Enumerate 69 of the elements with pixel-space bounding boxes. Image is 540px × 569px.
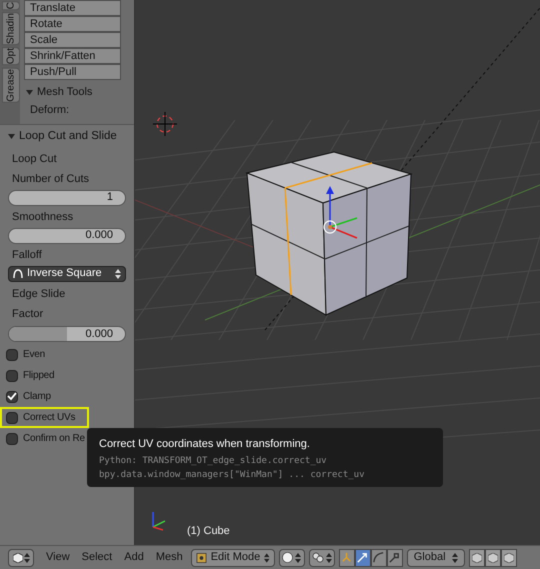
tool-button[interactable]: Rotate — [24, 16, 121, 32]
falloff-dropdown[interactable]: Inverse Square — [8, 266, 126, 282]
cube-icon — [472, 552, 482, 562]
panel-title[interactable]: Mesh Tools — [37, 84, 92, 101]
editor-type-button[interactable] — [8, 548, 34, 566]
section-heading: Edge Slide — [12, 286, 66, 302]
side-tab[interactable]: Grease — [2, 68, 20, 102]
number-field[interactable]: 0.000 — [8, 228, 126, 244]
updown-icon — [295, 552, 302, 562]
tool-button[interactable]: Scale — [24, 32, 121, 48]
updown-icon — [115, 268, 121, 278]
checkbox-label: Flipped — [23, 369, 54, 383]
collapse-triangle-icon[interactable] — [8, 133, 15, 140]
updown-icon — [24, 552, 30, 562]
tool-button[interactable]: Translate — [24, 0, 121, 16]
pivot-dropdown[interactable] — [308, 548, 335, 566]
shading-dropdown[interactable] — [278, 548, 305, 566]
panel-subheading: Deform: — [29, 104, 70, 117]
side-tab[interactable]: Shadin — [2, 12, 20, 46]
cube-icon — [488, 552, 498, 562]
checkbox[interactable] — [6, 412, 18, 424]
cube-icon — [12, 552, 22, 562]
field-label: Smoothness — [12, 210, 74, 224]
check-icon — [7, 392, 17, 401]
checkbox[interactable] — [6, 432, 18, 444]
field-label: Falloff — [12, 248, 42, 262]
side-tab[interactable]: Opt — [2, 47, 20, 66]
checkbox[interactable] — [6, 390, 18, 402]
select-mode-button[interactable] — [468, 548, 485, 566]
panel-title[interactable]: Loop Cut and Slide — [19, 128, 117, 146]
circles-icon — [312, 552, 324, 563]
checkbox[interactable] — [6, 370, 18, 382]
menu-item[interactable]: Add — [124, 549, 144, 566]
slider-value: 0.000 — [85, 326, 113, 340]
sphere-icon — [282, 552, 294, 563]
tool-button[interactable]: Push/Pull — [24, 64, 121, 80]
manipulator-button[interactable] — [338, 548, 355, 566]
checkbox-label: Even — [23, 348, 45, 362]
menu-item[interactable]: View — [46, 549, 70, 566]
field-label: Number of Cuts — [12, 172, 90, 186]
menu-item[interactable]: Select — [82, 549, 112, 566]
section-heading: Loop Cut — [12, 152, 57, 166]
tool-button[interactable]: Shrink/Fatten — [24, 48, 121, 64]
manipulator-icon — [356, 551, 370, 564]
mesh-icon — [196, 552, 207, 564]
select-mode-button[interactable] — [500, 548, 517, 566]
mode-dropdown[interactable]: Edit Mode — [190, 548, 275, 566]
orientation-dropdown[interactable]: Global — [406, 548, 465, 566]
manipulator-icon — [388, 551, 402, 564]
updown-icon — [452, 552, 458, 562]
manipulator-button[interactable] — [354, 548, 371, 566]
menu-item[interactable]: Mesh — [156, 549, 183, 566]
manipulator-icon — [372, 551, 386, 564]
updown-icon — [326, 552, 332, 562]
factor-slider[interactable]: 0.000 — [8, 326, 126, 342]
checkbox-label: Correct UVs — [23, 411, 76, 425]
checkbox-label: Confirm on Re — [23, 432, 85, 446]
updown-icon — [264, 552, 270, 562]
cube-icon — [504, 552, 514, 562]
checkbox[interactable] — [6, 348, 18, 360]
curve-icon — [13, 269, 23, 278]
side-tab[interactable]: C — [2, 1, 20, 10]
checkbox-label: Clamp — [23, 390, 51, 404]
number-field[interactable]: 1 — [8, 190, 126, 206]
collapse-triangle-icon[interactable] — [26, 89, 33, 96]
select-mode-button[interactable] — [484, 548, 501, 566]
manipulator-icon — [340, 551, 354, 564]
object-label: (1) Cube — [187, 524, 230, 538]
field-label: Factor — [12, 306, 44, 322]
